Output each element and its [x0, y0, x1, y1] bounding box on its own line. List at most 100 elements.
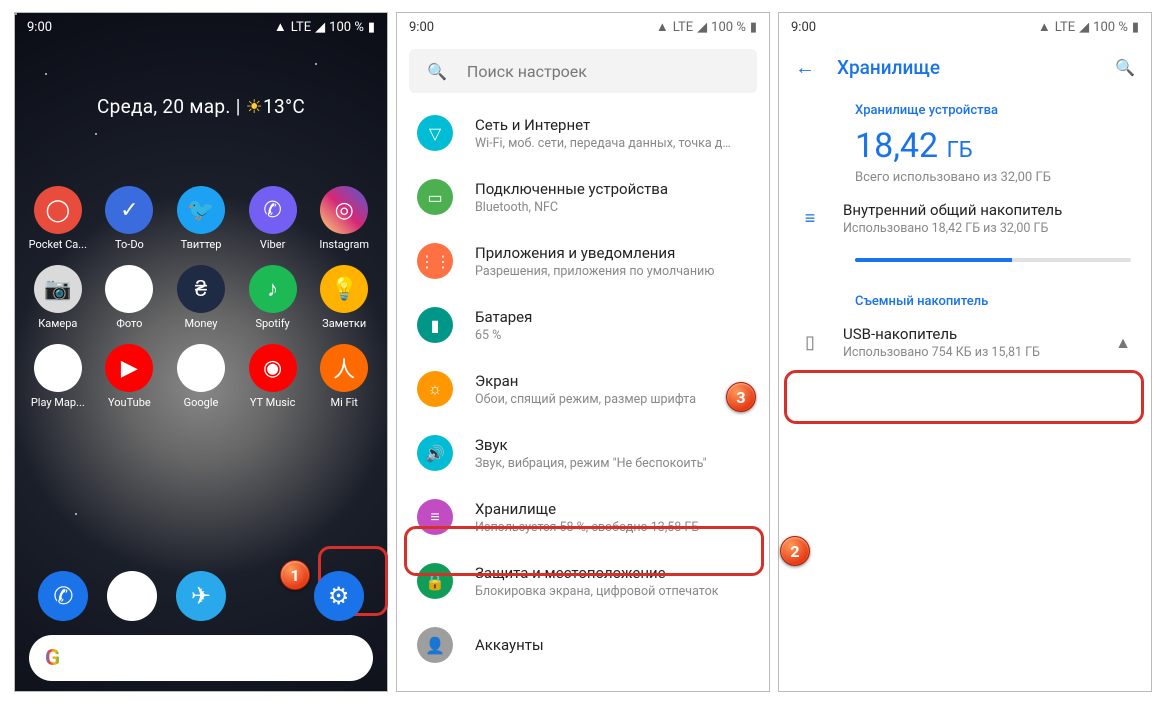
- settings-subtitle: 65 %: [475, 328, 532, 343]
- settings-icon: 👤: [417, 627, 453, 663]
- settings-row-2[interactable]: ⋮⋮Приложения и уведомленияРазрешения, пр…: [397, 229, 769, 293]
- app-5[interactable]: 📷Камера: [25, 265, 91, 330]
- battery-icon: ▮: [1132, 20, 1139, 35]
- status-time: 9:00: [27, 20, 52, 35]
- app-icon: 人: [320, 344, 368, 392]
- badge-2: 2: [780, 536, 810, 566]
- settings-title: Защита и местоположение: [475, 564, 718, 582]
- app-label: Play Мар...: [31, 396, 85, 409]
- app-13[interactable]: ◉ YT Music: [240, 344, 306, 409]
- settings-icon: ☼: [417, 371, 453, 407]
- app-label: Заметки: [322, 317, 366, 330]
- settings-row-0[interactable]: ▽ Сеть и Интернет Wi-Fi, моб. сети, переда…: [397, 101, 769, 165]
- settings-title: Приложения и уведомления: [475, 244, 714, 262]
- app-7[interactable]: ₴ Money: [168, 265, 234, 330]
- settings-title: Экран: [475, 372, 696, 390]
- settings-title: Сеть и Интернет: [475, 116, 735, 134]
- settings-row-4[interactable]: ☼ Экран Обои, спящий режим, размер шрифта: [397, 357, 769, 421]
- app-8[interactable]: ♪ Spotify: [240, 265, 306, 330]
- usb-storage-row[interactable]: ▯ USB-накопитель Использовано 754 КБ из …: [779, 309, 1151, 376]
- app-label: Instagram: [319, 238, 369, 251]
- sun-icon: ☀: [246, 95, 263, 118]
- status-bar: 9:00 ▲ LTE ◢ 100 % ▮: [779, 13, 1151, 41]
- app-label: Money: [185, 317, 218, 330]
- app-icon: G: [177, 344, 225, 392]
- app-icon: ◉: [249, 344, 297, 392]
- dock-settings[interactable]: ⚙: [314, 571, 364, 621]
- wifi-icon: ▲: [274, 19, 287, 35]
- settings-title: Подключенные устройства: [475, 180, 668, 198]
- app-10[interactable]: ▶ Play Мар...: [25, 344, 91, 409]
- app-6[interactable]: ✦ Фото: [97, 265, 163, 330]
- app-9[interactable]: 💡 Заметки: [311, 265, 377, 330]
- app-icon: ◯: [34, 186, 82, 234]
- settings-subtitle: Блокировка экрана, цифровой отпечаток: [475, 584, 718, 599]
- status-bar: 9:00 ▲ LTE ◢ 100 % ▮: [15, 13, 387, 41]
- app-icon: ◎: [320, 186, 368, 234]
- wifi-icon: ▲: [1038, 19, 1051, 35]
- settings-row-6[interactable]: ≡ХранилищеИспользуется 58 %, свободно 13…: [397, 485, 769, 549]
- app-11[interactable]: ▶YouTube: [97, 344, 163, 409]
- settings-title: Звук: [475, 436, 707, 454]
- search-icon: 🔍: [427, 62, 447, 81]
- settings-row-5[interactable]: 🔊 Звук Звук, вибрация, режим "Не беспокоит…: [397, 421, 769, 485]
- settings-row-7[interactable]: 🔒 Защита и местоположение Блокировка экран…: [397, 549, 769, 613]
- date-weather[interactable]: Среда, 20 мар. | ☀13°C: [15, 95, 387, 118]
- app-label: Камера: [38, 317, 77, 330]
- signal-icon: ◢: [1079, 20, 1089, 35]
- settings-subtitle: Обои, спящий режим, размер шрифта: [475, 392, 696, 407]
- settings-row-8[interactable]: 👤Аккаунты: [397, 613, 769, 677]
- dock-blank: [245, 571, 295, 621]
- settings-subtitle: Bluetooth, NFC: [475, 200, 668, 215]
- signal-icon: ◢: [315, 20, 325, 35]
- eject-icon[interactable]: ▲: [1115, 333, 1131, 353]
- settings-subtitle: Wi-Fi, моб. сети, передача данных, точка…: [475, 136, 735, 151]
- dock-chrome[interactable]: ◉: [107, 571, 157, 621]
- battery-icon: ▮: [750, 20, 757, 35]
- settings-icon: 🔒: [417, 563, 453, 599]
- app-icon: ✦: [105, 265, 153, 313]
- settings-icon: ⋮⋮: [417, 243, 453, 279]
- badge-3: 3: [726, 382, 756, 412]
- app-12[interactable]: GGoogle: [168, 344, 234, 409]
- settings-subtitle: Звук, вибрация, режим "Не беспокоить": [475, 456, 707, 471]
- sd-card-icon: ▯: [799, 332, 821, 353]
- back-icon[interactable]: ←: [795, 55, 815, 80]
- app-label: YT Music: [250, 396, 296, 409]
- settings-icon: ▮: [417, 307, 453, 343]
- page-title: Хранилище: [837, 56, 1093, 79]
- settings-icon: ▽: [417, 115, 453, 151]
- device-storage-heading: Хранилище устройства: [779, 93, 1151, 118]
- search-icon[interactable]: 🔍: [1115, 58, 1135, 77]
- app-0[interactable]: ◯ Pocket Ca...: [25, 186, 91, 251]
- assistant-icon[interactable]: 🎙: [337, 649, 357, 668]
- dock-phone[interactable]: ✆: [38, 571, 88, 621]
- removable-heading: Съемный накопитель: [779, 284, 1151, 309]
- app-14[interactable]: 人 Mi Fit: [311, 344, 377, 409]
- app-label: Фото: [116, 317, 142, 330]
- status-bar: 9:00 ▲ LTE ◢ 100 % ▮: [397, 13, 769, 41]
- google-search-bar[interactable]: G 🎙: [29, 635, 373, 681]
- settings-subtitle: Используется 58 %, свободно 13,58 ГБ: [475, 520, 699, 535]
- app-icon: ♪: [249, 265, 297, 313]
- app-label: Pocket Ca...: [29, 238, 87, 251]
- internal-storage-row[interactable]: ≡ Внутренний общий накопитель Использова…: [779, 185, 1151, 252]
- app-icon: ✓: [105, 186, 153, 234]
- app-icon: ₴: [177, 265, 225, 313]
- settings-row-1[interactable]: ▭ Подключенные устройства Bluetooth, NFC: [397, 165, 769, 229]
- settings-title: Батарея: [475, 308, 532, 326]
- app-icon: ▶: [34, 344, 82, 392]
- dock-telegram[interactable]: ✈: [176, 571, 226, 621]
- settings-row-3[interactable]: ▮ Батарея 65 %: [397, 293, 769, 357]
- settings-icon: ≡: [417, 499, 453, 535]
- app-4[interactable]: ◎ Instagram: [311, 186, 377, 251]
- settings-icon: ▭: [417, 179, 453, 215]
- app-1[interactable]: ✓To-Do: [97, 186, 163, 251]
- app-icon: 💡: [320, 265, 368, 313]
- app-label: Mi Fit: [331, 396, 358, 409]
- settings-icon: 🔊: [417, 435, 453, 471]
- settings-search[interactable]: 🔍 Поиск настроек: [409, 49, 757, 93]
- app-label: Spotify: [255, 317, 289, 330]
- app-3[interactable]: ✆Viber: [240, 186, 306, 251]
- app-2[interactable]: 🐦Твиттер: [168, 186, 234, 251]
